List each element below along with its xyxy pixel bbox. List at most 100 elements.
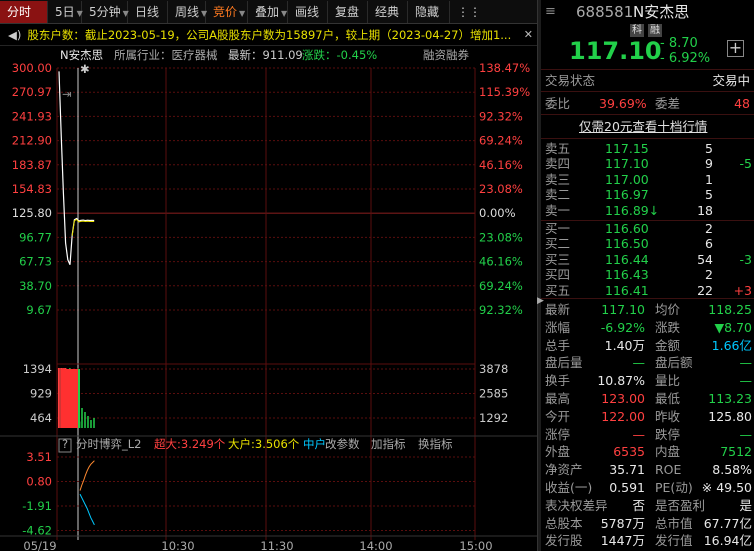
- asks-volume: 5: [705, 141, 713, 156]
- asks-price: 117.00: [605, 171, 649, 187]
- stat-value: 67.77亿: [703, 515, 752, 531]
- tab-label: 周线: [175, 5, 200, 19]
- volume-right-tick-label: 2585: [479, 387, 508, 401]
- bids-row[interactable]: 买一 116.60 2: [541, 221, 754, 236]
- asks-volume: 5: [705, 187, 713, 203]
- stat-value: ※ 49.50: [701, 480, 752, 495]
- crosshair-marker: ✱: [80, 62, 90, 76]
- asks-row[interactable]: 卖二 116.97 5: [541, 187, 754, 202]
- tab-10[interactable]: 隐藏: [408, 1, 450, 23]
- stat-value: —: [739, 426, 753, 442]
- price-tick-label: 212.90: [12, 134, 52, 148]
- tab-label: 分时: [7, 5, 32, 19]
- stat-value: 117.10: [601, 302, 645, 317]
- asks-row[interactable]: 卖三 117.00 1: [541, 172, 754, 187]
- stat-label: 最高: [545, 391, 571, 406]
- bids-volume: 2: [705, 267, 713, 283]
- tab-4[interactable]: 周线 ▼: [168, 1, 207, 23]
- trade-status-label: 交易状态: [545, 73, 596, 88]
- stat-value: 118.25: [708, 302, 752, 317]
- news-ticker[interactable]: ◀) 股东户数：截止2023-05-19，公司A股股东户数为15897户，较上期（…: [0, 24, 537, 46]
- asks-label: 卖三: [545, 171, 571, 187]
- price-tick-label: 270.97: [12, 85, 52, 99]
- bids-row[interactable]: 买二 116.50 6: [541, 236, 754, 251]
- stat-label: 昨收: [655, 408, 681, 424]
- bids-volume: 2: [705, 221, 713, 236]
- stock-name: N安杰思: [633, 3, 690, 21]
- pct-tick-label: 92.32%: [479, 303, 523, 317]
- price-tick-label: 154.83: [12, 182, 52, 196]
- stat-label: 内盘: [655, 444, 681, 460]
- stat-label: 总股本: [545, 515, 583, 531]
- bids-label: 买四: [545, 267, 571, 283]
- indicator-tick-label: -4.62: [22, 524, 52, 538]
- tab-2[interactable]: 5分钟 ▼: [82, 1, 129, 23]
- asks-row[interactable]: 卖四 117.10 9 -5: [541, 156, 754, 171]
- price-tick-label: 125.80: [12, 206, 52, 220]
- time-tick-label: 14:00: [359, 539, 392, 551]
- intraday-chart[interactable]: 300.00 138.47% 270.97 115.39% 241.93 92.32% 21…: [0, 60, 537, 551]
- stat-label: 涨跌: [655, 319, 681, 335]
- volume-tick-label: 464: [30, 411, 52, 425]
- add-watchlist-button[interactable]: +: [727, 40, 744, 57]
- level2-promo-link[interactable]: 仅需20元查看十档行情: [579, 118, 707, 135]
- bids-row[interactable]: 买五 116.41 22 +3: [541, 283, 754, 298]
- tab-7[interactable]: 画线: [288, 1, 328, 23]
- stat-value: 122.00: [601, 408, 645, 424]
- tab-0[interactable]: 分时: [0, 1, 48, 23]
- tab-8[interactable]: 复盘: [328, 1, 368, 23]
- tab-1[interactable]: 5日 ▼: [48, 1, 83, 23]
- auction-marker: ⇥: [62, 87, 72, 101]
- speaker-icon: ◀): [8, 28, 22, 42]
- price-tick-label: 183.87: [12, 158, 52, 172]
- close-icon[interactable]: ✕: [524, 24, 533, 45]
- stat-label: 盘后额: [655, 355, 693, 371]
- stat-value: 113.23: [708, 391, 752, 406]
- bids-price: 116.60: [605, 221, 649, 236]
- stat-label: 涨停: [545, 426, 571, 442]
- stat-row: 总股本 5787万 总市值 67.77亿: [541, 515, 754, 532]
- stat-value: —: [632, 355, 646, 371]
- tab-label: 隐藏: [415, 5, 440, 19]
- price-tick-label: 241.93: [12, 109, 52, 123]
- stock-code: 688581: [576, 3, 634, 21]
- stat-value: 10.87%: [597, 373, 645, 389]
- asks-row[interactable]: 卖五 117.15 5: [541, 141, 754, 156]
- asks-row[interactable]: 卖一 116.89↓ 18: [541, 203, 754, 218]
- wb-label: 委比: [545, 96, 571, 111]
- trade-status: 交易中: [712, 73, 750, 88]
- volume-tick-label: 1394: [23, 362, 52, 376]
- more-icon[interactable]: ⋮⋮: [450, 1, 481, 23]
- price-tick-label: 9.67: [26, 303, 52, 317]
- pct-tick-label: 138.47%: [479, 61, 530, 75]
- stat-value: 否: [632, 497, 645, 513]
- tab-5[interactable]: 竞价 ▼: [206, 1, 248, 23]
- volume-block-down: [78, 369, 80, 428]
- stat-label: 是否盈利: [655, 497, 706, 513]
- stat-label: 量比: [655, 373, 681, 389]
- tab-6[interactable]: 叠加 ▼: [248, 1, 288, 23]
- bids-volume: 54: [697, 251, 713, 267]
- tab-3[interactable]: 日线: [128, 1, 168, 23]
- bids-label: 买一: [545, 221, 571, 236]
- time-tick-label: 10:30: [161, 539, 194, 551]
- stat-row: 换手 10.87% 量比 —: [541, 372, 754, 389]
- stat-label: 均价: [655, 302, 681, 317]
- bids-row[interactable]: 买三 116.44 54 -3: [541, 252, 754, 267]
- tab-9[interactable]: 经典: [368, 1, 408, 23]
- wb-value: 39.69%: [599, 96, 647, 111]
- stat-row: 盘后量 — 盘后额 —: [541, 354, 754, 371]
- stat-label: 今开: [545, 408, 571, 424]
- bids-row[interactable]: 买四 116.43 2: [541, 267, 754, 282]
- stat-label: 收益(一): [545, 480, 593, 495]
- stat-label: ROE: [655, 462, 682, 478]
- asks-price: 116.97: [605, 187, 649, 203]
- notice-text: 股东户数：截止2023-05-19，公司A股股东户数为15897户，较上期（20…: [27, 28, 512, 42]
- stat-value: 35.71: [609, 462, 645, 478]
- stat-label: 总手: [545, 337, 571, 353]
- tab-label: 竞价: [213, 5, 238, 19]
- volume-right-tick-label: 3878: [479, 362, 508, 376]
- bids-price: 116.50: [605, 236, 649, 252]
- stat-value: 8.58%: [712, 462, 752, 478]
- menu-icon[interactable]: ≡: [545, 2, 556, 22]
